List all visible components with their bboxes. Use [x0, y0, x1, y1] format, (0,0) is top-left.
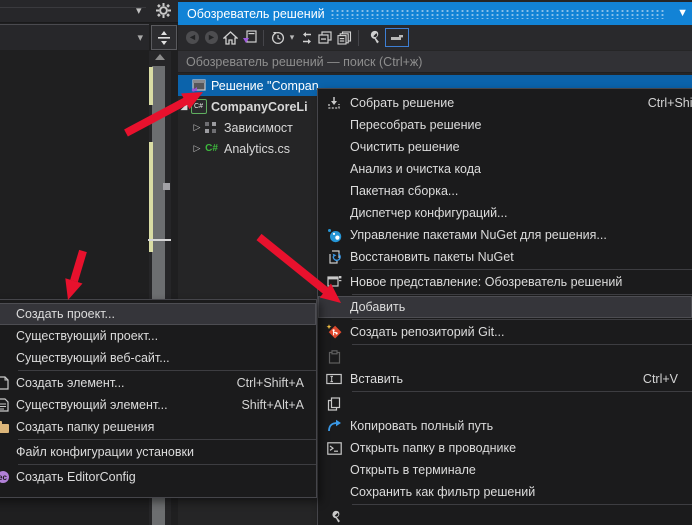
sync-active-document-icon[interactable]: [297, 28, 316, 47]
pending-filter-clock-icon[interactable]: [268, 28, 287, 47]
menu-item-add[interactable]: Добавить: [318, 296, 692, 318]
new-view-icon: [318, 275, 350, 289]
submenu-item-create-editorconfig[interactable]: ec Создать EditorConfig: [0, 466, 316, 488]
nuget-icon: [318, 228, 350, 243]
rename-icon: [318, 373, 350, 385]
tree-row-label: Решение "Compan: [211, 79, 319, 93]
left-window-topbar: [0, 0, 178, 23]
toolbar-separator: [358, 30, 359, 46]
switch-views-icon[interactable]: [240, 28, 259, 47]
tree-row-label: Зависимост: [224, 121, 293, 135]
menu-item-create-git-repo[interactable]: Создать репозиторий Git...: [318, 321, 692, 343]
filter-dropdown-chevron-icon[interactable]: ▾: [287, 28, 297, 47]
search-placeholder: Обозреватель решений — поиск (Ctrl+ж): [186, 55, 422, 69]
combo-chevron-icon: ▾: [137, 31, 143, 44]
menu-item-batch-build[interactable]: Пакетная сборка...: [318, 180, 692, 202]
collapsed-triangle-icon[interactable]: ▷: [191, 143, 203, 154]
csharp-project-icon: C#: [190, 99, 207, 115]
submenu-item-existing-item[interactable]: Существующий элемент... Shift+Alt+A: [0, 394, 316, 416]
menu-item-clean-solution[interactable]: Очистить решение: [318, 136, 692, 158]
menu-item-rebuild-solution[interactable]: Пересобрать решение: [318, 114, 692, 136]
menu-item-build-solution[interactable]: Собрать решение Ctrl+Shif: [318, 92, 692, 114]
divider: [0, 7, 146, 8]
chevron-down-icon[interactable]: ▼: [677, 7, 688, 19]
add-submenu: Создать проект... Существующий проект...…: [0, 299, 317, 498]
submenu-item-existing-website[interactable]: Существующий веб-сайт...: [0, 347, 316, 369]
tree-row-label: Analytics.cs: [224, 142, 290, 156]
submenu-item-existing-project[interactable]: Существующий проект...: [0, 325, 316, 347]
toolbar-separator: [263, 30, 264, 46]
search-input[interactable]: Обозреватель решений — поиск (Ctrl+ж): [178, 51, 692, 73]
menu-item-save-as-solution-filter[interactable]: Открыть в терминале: [318, 459, 692, 481]
submenu-item-setup-config-file[interactable]: Файл конфигурации установки: [0, 441, 316, 463]
submenu-item-new-project[interactable]: Создать проект...: [0, 303, 316, 325]
caret-position-marker: [163, 183, 170, 190]
solution-explorer-titlebar[interactable]: Обозреватель решений ▼: [178, 2, 692, 25]
solution-explorer-toolbar: ◄ ► ▾: [178, 25, 692, 50]
current-line-marker: [148, 239, 171, 241]
home-icon[interactable]: [221, 28, 240, 47]
menu-item-open-folder-explorer[interactable]: Копировать полный путь: [318, 415, 692, 437]
solution-folder-icon: [0, 421, 16, 433]
editorconfig-icon: ec: [0, 471, 16, 483]
wrench-icon: [318, 510, 350, 524]
menu-item-new-view[interactable]: Новое представление: Обозреватель решени…: [318, 271, 692, 293]
split-window-button[interactable]: [151, 25, 177, 50]
menu-item-analyze-cleanup[interactable]: Анализ и очистка кода: [318, 158, 692, 180]
drag-grip-dots: [330, 9, 664, 19]
solution-context-menu: Собрать решение Ctrl+Shif Пересобрать ре…: [317, 88, 692, 525]
chevron-down-icon[interactable]: ▾: [136, 4, 142, 17]
copy-path-icon: [318, 397, 350, 411]
screenshot-root: ▾ ▾ Обозреватель решений ▼ ◄ ►: [0, 0, 692, 525]
menu-item-open-terminal[interactable]: Открыть папку в проводнике: [318, 437, 692, 459]
tree-row-label: CompanyCoreLi: [211, 100, 308, 114]
menu-item-hide-unloaded-projects[interactable]: Сохранить как фильтр решений: [318, 481, 692, 503]
forward-icon[interactable]: ►: [202, 28, 221, 47]
preview-selected-items-toggle[interactable]: [385, 28, 409, 47]
terminal-icon: [318, 442, 350, 455]
menu-item-copy-full-path[interactable]: [318, 393, 692, 415]
menu-item-restore-nuget[interactable]: Восстановить пакеты NuGet: [318, 246, 692, 268]
new-item-icon: [0, 376, 16, 390]
menu-item-manage-nuget[interactable]: Управление пакетами NuGet для решения...: [318, 224, 692, 246]
menu-item-paste: [318, 346, 692, 368]
submenu-item-new-solution-folder[interactable]: Создать папку решения: [0, 416, 316, 438]
build-icon: [318, 96, 350, 110]
menu-item-rename[interactable]: Вставить Ctrl+V: [318, 368, 692, 390]
existing-item-icon: [0, 398, 16, 412]
left-combo-dropdown[interactable]: ▾: [0, 24, 149, 50]
menu-item-configuration-manager[interactable]: Диспетчер конфигураций...: [318, 202, 692, 224]
gear-icon[interactable]: [156, 3, 171, 21]
panel-title: Обозреватель решений: [178, 7, 325, 21]
modified-lines-marker: [149, 67, 153, 105]
dependencies-icon: [203, 120, 220, 136]
submenu-item-new-item[interactable]: Создать элемент... Ctrl+Shift+A: [0, 372, 316, 394]
expanded-triangle-icon[interactable]: ◢: [178, 101, 190, 112]
collapsed-triangle-icon[interactable]: ▷: [191, 122, 203, 133]
scroll-up-icon[interactable]: [155, 54, 165, 60]
git-icon: [318, 324, 350, 340]
paste-icon: [318, 350, 350, 364]
solution-icon: [190, 78, 207, 94]
csharp-file-icon: C#: [203, 141, 220, 157]
menu-item-properties[interactable]: [318, 506, 692, 525]
show-all-files-icon[interactable]: [335, 28, 354, 47]
modified-lines-marker: [149, 142, 153, 252]
back-icon[interactable]: ◄: [183, 28, 202, 47]
nuget-restore-icon: [318, 250, 350, 265]
collapse-all-icon[interactable]: [316, 28, 335, 47]
properties-wrench-icon[interactable]: [363, 28, 382, 47]
open-folder-icon: [318, 419, 350, 433]
